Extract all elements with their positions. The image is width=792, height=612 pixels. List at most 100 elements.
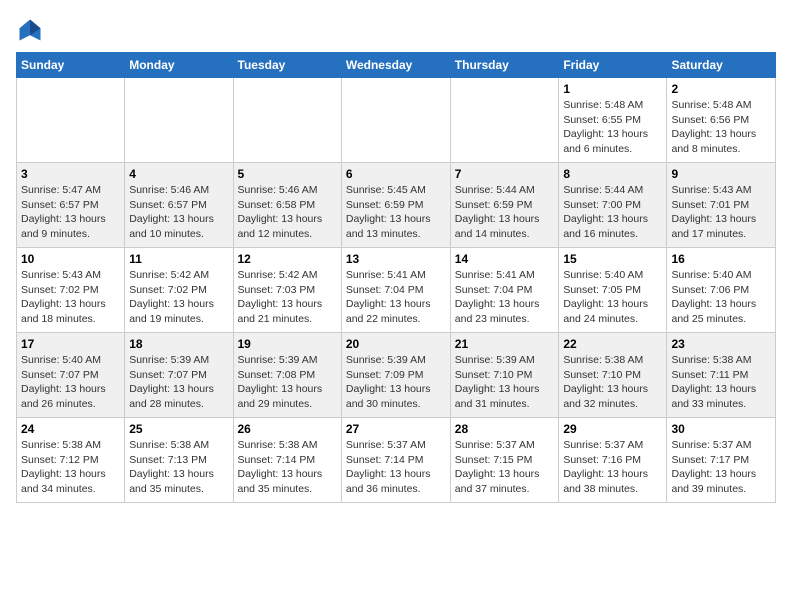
day-number: 23: [671, 337, 771, 351]
day-number: 13: [346, 252, 446, 266]
day-info: Sunrise: 5:43 AM Sunset: 7:01 PM Dayligh…: [671, 183, 771, 242]
day-number: 22: [563, 337, 662, 351]
calendar-cell: 4 Sunrise: 5:46 AM Sunset: 6:57 PM Daylig…: [125, 163, 233, 248]
calendar-cell: 9 Sunrise: 5:43 AM Sunset: 7:01 PM Daylig…: [667, 163, 776, 248]
day-number: 17: [21, 337, 120, 351]
week-row-3: 10 Sunrise: 5:43 AM Sunset: 7:02 PM Dayli…: [17, 248, 776, 333]
day-info: Sunrise: 5:38 AM Sunset: 7:12 PM Dayligh…: [21, 438, 120, 497]
day-number: 6: [346, 167, 446, 181]
calendar-cell: 23 Sunrise: 5:38 AM Sunset: 7:11 PM Dayli…: [667, 333, 776, 418]
header-wednesday: Wednesday: [341, 53, 450, 78]
day-info: Sunrise: 5:37 AM Sunset: 7:15 PM Dayligh…: [455, 438, 555, 497]
calendar-cell: [341, 78, 450, 163]
day-number: 10: [21, 252, 120, 266]
calendar-cell: 25 Sunrise: 5:38 AM Sunset: 7:13 PM Dayli…: [125, 418, 233, 503]
day-info: Sunrise: 5:43 AM Sunset: 7:02 PM Dayligh…: [21, 268, 120, 327]
calendar-cell: 8 Sunrise: 5:44 AM Sunset: 7:00 PM Daylig…: [559, 163, 667, 248]
day-number: 12: [238, 252, 337, 266]
calendar-cell: 11 Sunrise: 5:42 AM Sunset: 7:02 PM Dayli…: [125, 248, 233, 333]
day-info: Sunrise: 5:40 AM Sunset: 7:05 PM Dayligh…: [563, 268, 662, 327]
day-number: 19: [238, 337, 337, 351]
day-number: 20: [346, 337, 446, 351]
header-friday: Friday: [559, 53, 667, 78]
day-info: Sunrise: 5:48 AM Sunset: 6:56 PM Dayligh…: [671, 98, 771, 157]
calendar-cell: 16 Sunrise: 5:40 AM Sunset: 7:06 PM Dayli…: [667, 248, 776, 333]
calendar-cell: 5 Sunrise: 5:46 AM Sunset: 6:58 PM Daylig…: [233, 163, 341, 248]
calendar-cell: 19 Sunrise: 5:39 AM Sunset: 7:08 PM Dayli…: [233, 333, 341, 418]
calendar-table: SundayMondayTuesdayWednesdayThursdayFrid…: [16, 52, 776, 503]
calendar-cell: [17, 78, 125, 163]
day-number: 8: [563, 167, 662, 181]
day-info: Sunrise: 5:46 AM Sunset: 6:57 PM Dayligh…: [129, 183, 228, 242]
day-number: 30: [671, 422, 771, 436]
day-info: Sunrise: 5:48 AM Sunset: 6:55 PM Dayligh…: [563, 98, 662, 157]
calendar-cell: 17 Sunrise: 5:40 AM Sunset: 7:07 PM Dayli…: [17, 333, 125, 418]
day-number: 18: [129, 337, 228, 351]
week-row-1: 1 Sunrise: 5:48 AM Sunset: 6:55 PM Daylig…: [17, 78, 776, 163]
logo-icon: [16, 16, 44, 44]
day-info: Sunrise: 5:39 AM Sunset: 7:07 PM Dayligh…: [129, 353, 228, 412]
day-number: 21: [455, 337, 555, 351]
day-number: 26: [238, 422, 337, 436]
header-tuesday: Tuesday: [233, 53, 341, 78]
day-info: Sunrise: 5:44 AM Sunset: 7:00 PM Dayligh…: [563, 183, 662, 242]
calendar-cell: 18 Sunrise: 5:39 AM Sunset: 7:07 PM Dayli…: [125, 333, 233, 418]
day-info: Sunrise: 5:38 AM Sunset: 7:11 PM Dayligh…: [671, 353, 771, 412]
day-number: 9: [671, 167, 771, 181]
header-monday: Monday: [125, 53, 233, 78]
day-number: 15: [563, 252, 662, 266]
calendar-cell: 22 Sunrise: 5:38 AM Sunset: 7:10 PM Dayli…: [559, 333, 667, 418]
day-number: 27: [346, 422, 446, 436]
day-info: Sunrise: 5:40 AM Sunset: 7:06 PM Dayligh…: [671, 268, 771, 327]
header-thursday: Thursday: [450, 53, 559, 78]
week-row-5: 24 Sunrise: 5:38 AM Sunset: 7:12 PM Dayli…: [17, 418, 776, 503]
calendar-cell: [450, 78, 559, 163]
day-info: Sunrise: 5:38 AM Sunset: 7:14 PM Dayligh…: [238, 438, 337, 497]
day-info: Sunrise: 5:39 AM Sunset: 7:10 PM Dayligh…: [455, 353, 555, 412]
day-number: 2: [671, 82, 771, 96]
day-info: Sunrise: 5:46 AM Sunset: 6:58 PM Dayligh…: [238, 183, 337, 242]
day-number: 4: [129, 167, 228, 181]
day-info: Sunrise: 5:42 AM Sunset: 7:02 PM Dayligh…: [129, 268, 228, 327]
day-info: Sunrise: 5:37 AM Sunset: 7:16 PM Dayligh…: [563, 438, 662, 497]
day-number: 7: [455, 167, 555, 181]
calendar-cell: 7 Sunrise: 5:44 AM Sunset: 6:59 PM Daylig…: [450, 163, 559, 248]
day-info: Sunrise: 5:41 AM Sunset: 7:04 PM Dayligh…: [346, 268, 446, 327]
calendar-cell: 21 Sunrise: 5:39 AM Sunset: 7:10 PM Dayli…: [450, 333, 559, 418]
day-number: 16: [671, 252, 771, 266]
week-row-4: 17 Sunrise: 5:40 AM Sunset: 7:07 PM Dayli…: [17, 333, 776, 418]
page-header: [16, 16, 776, 44]
day-info: Sunrise: 5:39 AM Sunset: 7:09 PM Dayligh…: [346, 353, 446, 412]
calendar-cell: 6Sunrise: 5:45 AM Sunset: 6:59 PM Daylig…: [341, 163, 450, 248]
day-number: 1: [563, 82, 662, 96]
calendar-cell: 24 Sunrise: 5:38 AM Sunset: 7:12 PM Dayli…: [17, 418, 125, 503]
day-number: 24: [21, 422, 120, 436]
day-info: Sunrise: 5:41 AM Sunset: 7:04 PM Dayligh…: [455, 268, 555, 327]
calendar-cell: 20 Sunrise: 5:39 AM Sunset: 7:09 PM Dayli…: [341, 333, 450, 418]
calendar-cell: 26 Sunrise: 5:38 AM Sunset: 7:14 PM Dayli…: [233, 418, 341, 503]
week-row-2: 3 Sunrise: 5:47 AM Sunset: 6:57 PM Daylig…: [17, 163, 776, 248]
day-number: 14: [455, 252, 555, 266]
day-number: 3: [21, 167, 120, 181]
logo: [16, 16, 48, 44]
day-info: Sunrise: 5:47 AM Sunset: 6:57 PM Dayligh…: [21, 183, 120, 242]
calendar-cell: 1 Sunrise: 5:48 AM Sunset: 6:55 PM Daylig…: [559, 78, 667, 163]
calendar-cell: 2 Sunrise: 5:48 AM Sunset: 6:56 PM Daylig…: [667, 78, 776, 163]
day-info: Sunrise: 5:38 AM Sunset: 7:13 PM Dayligh…: [129, 438, 228, 497]
day-info: Sunrise: 5:37 AM Sunset: 7:17 PM Dayligh…: [671, 438, 771, 497]
calendar-cell: 3 Sunrise: 5:47 AM Sunset: 6:57 PM Daylig…: [17, 163, 125, 248]
day-number: 5: [238, 167, 337, 181]
day-info: Sunrise: 5:39 AM Sunset: 7:08 PM Dayligh…: [238, 353, 337, 412]
day-info: Sunrise: 5:37 AM Sunset: 7:14 PM Dayligh…: [346, 438, 446, 497]
calendar-cell: 15 Sunrise: 5:40 AM Sunset: 7:05 PM Dayli…: [559, 248, 667, 333]
calendar-cell: 28Sunrise: 5:37 AM Sunset: 7:15 PM Dayli…: [450, 418, 559, 503]
day-number: 25: [129, 422, 228, 436]
calendar-header-row: SundayMondayTuesdayWednesdayThursdayFrid…: [17, 53, 776, 78]
day-info: Sunrise: 5:38 AM Sunset: 7:10 PM Dayligh…: [563, 353, 662, 412]
day-info: Sunrise: 5:40 AM Sunset: 7:07 PM Dayligh…: [21, 353, 120, 412]
day-info: Sunrise: 5:42 AM Sunset: 7:03 PM Dayligh…: [238, 268, 337, 327]
day-number: 29: [563, 422, 662, 436]
calendar-cell: [125, 78, 233, 163]
day-number: 11: [129, 252, 228, 266]
day-info: Sunrise: 5:44 AM Sunset: 6:59 PM Dayligh…: [455, 183, 555, 242]
